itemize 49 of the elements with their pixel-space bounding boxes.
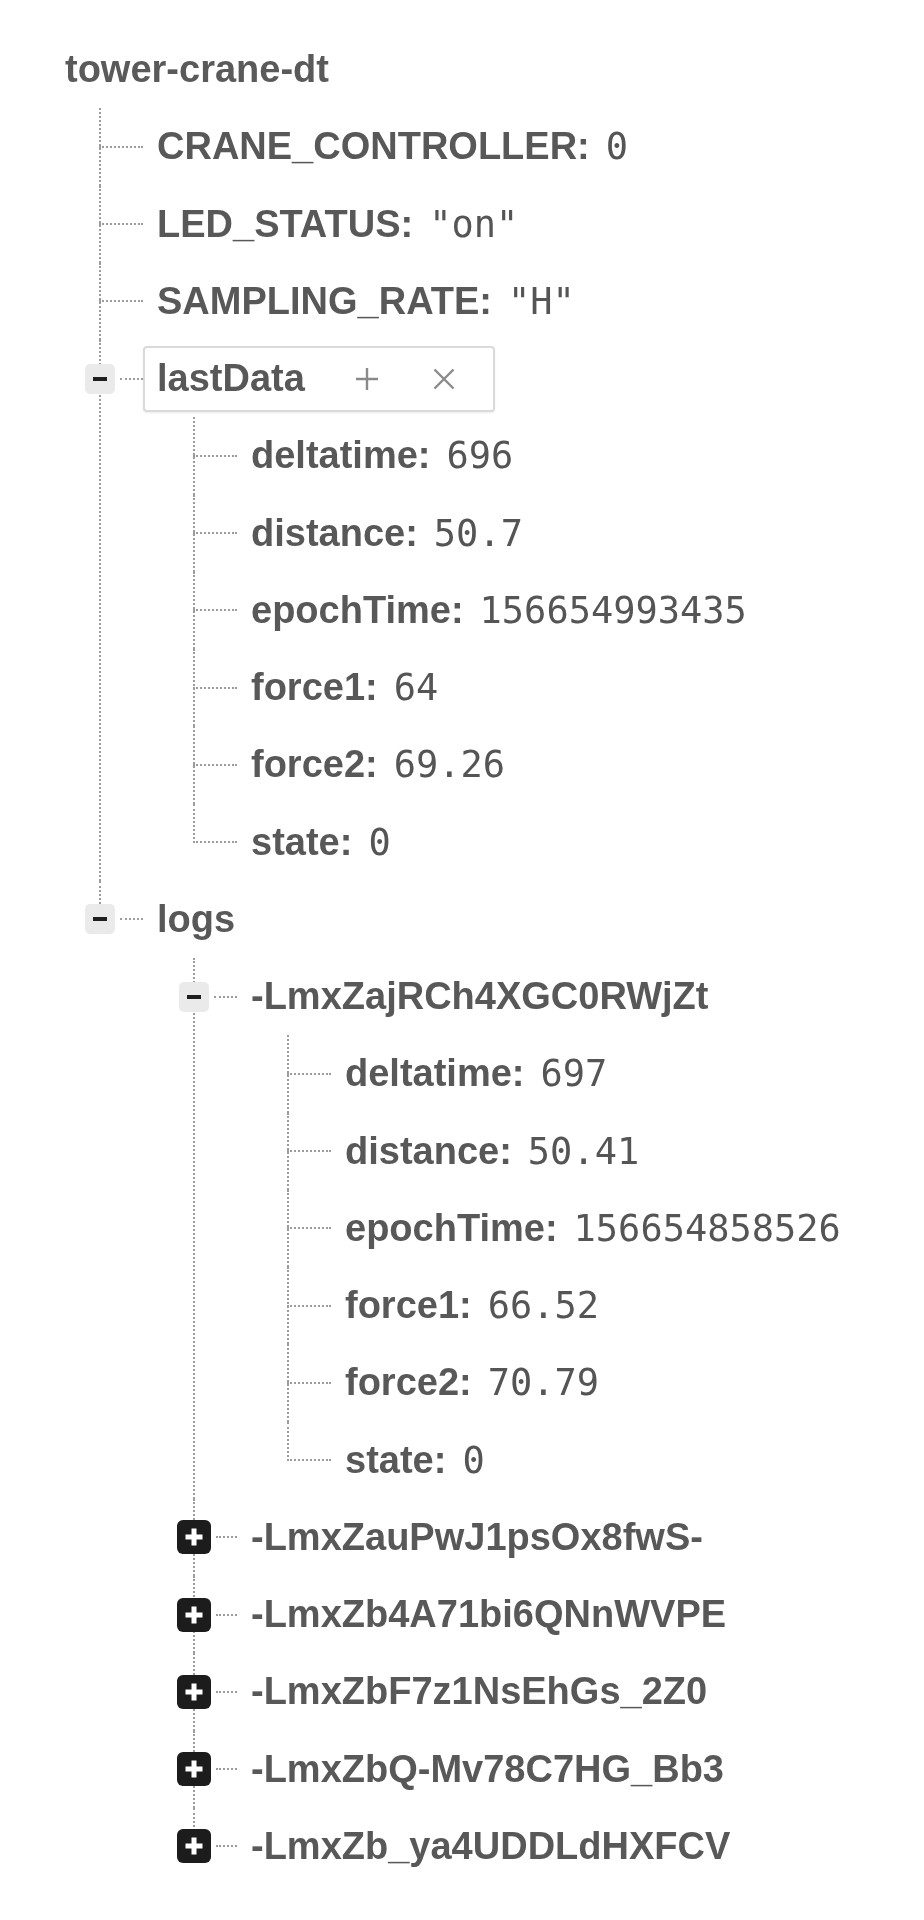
field-value: 70.79	[487, 1361, 600, 1405]
field-value: 697	[540, 1052, 608, 1096]
field-value: 66.52	[487, 1284, 600, 1328]
field-key: SAMPLING_RATE:	[157, 279, 492, 323]
minus-box-icon[interactable]	[85, 904, 115, 935]
field-value: 50.41	[527, 1129, 640, 1173]
field-value: 50.7	[433, 511, 523, 555]
node-key[interactable]: -LmxZbQ-Mv78C7HG_Bb3	[251, 1747, 724, 1791]
close-icon[interactable]	[432, 367, 455, 390]
node-key[interactable]: -LmxZauPwJ1psOx8fwS-	[251, 1515, 703, 1559]
field-value: 696	[446, 434, 514, 478]
field-value: 0	[462, 1438, 485, 1482]
field-value: 0	[605, 125, 629, 169]
plus-box-icon[interactable]	[177, 1674, 211, 1709]
plus-box-icon[interactable]	[177, 1520, 211, 1555]
field-key: deltatime:	[345, 1052, 525, 1096]
field-key: deltatime:	[251, 434, 431, 478]
field-key: state:	[345, 1438, 447, 1482]
node-key[interactable]: -LmxZajRCh4XGC0RWjZt	[251, 975, 709, 1019]
field-key: CRANE_CONTROLLER:	[157, 125, 590, 169]
field-key: force2:	[251, 743, 378, 787]
plus-icon[interactable]	[354, 366, 379, 391]
field-value: 156654993435	[479, 588, 747, 632]
field-key: epochTime:	[251, 588, 464, 632]
field-value: 64	[393, 666, 439, 710]
field-value: 69.26	[393, 743, 506, 787]
plus-box-icon[interactable]	[177, 1597, 211, 1632]
root-node-title: tower-crane-dt	[65, 48, 329, 92]
plus-box-icon[interactable]	[177, 1752, 211, 1787]
field-value: 156654858526	[573, 1206, 841, 1250]
field-key: state:	[251, 820, 353, 864]
node-key[interactable]: -LmxZb_ya4UDDLdHXFCV	[251, 1824, 731, 1868]
node-key[interactable]: lastData	[157, 357, 305, 401]
field-key: force2:	[345, 1361, 472, 1405]
minus-box-icon[interactable]	[85, 363, 115, 394]
field-key: epochTime:	[345, 1206, 558, 1250]
field-key: force1:	[345, 1284, 472, 1328]
node-key[interactable]: -LmxZbF7z1NsEhGs_2Z0	[251, 1670, 708, 1714]
field-value: 0	[368, 820, 391, 864]
minus-box-icon[interactable]	[179, 981, 209, 1012]
node-key[interactable]: -LmxZb4A71bi6QNnWVPE	[251, 1593, 727, 1637]
field-value: "H"	[507, 279, 575, 323]
plus-box-icon[interactable]	[177, 1829, 211, 1864]
field-key: LED_STATUS:	[157, 202, 414, 246]
field-value: "on"	[429, 202, 519, 246]
node-key[interactable]: logs	[157, 897, 236, 941]
field-key: distance:	[251, 511, 418, 555]
field-key: distance:	[345, 1129, 512, 1173]
field-key: force1:	[251, 666, 378, 710]
